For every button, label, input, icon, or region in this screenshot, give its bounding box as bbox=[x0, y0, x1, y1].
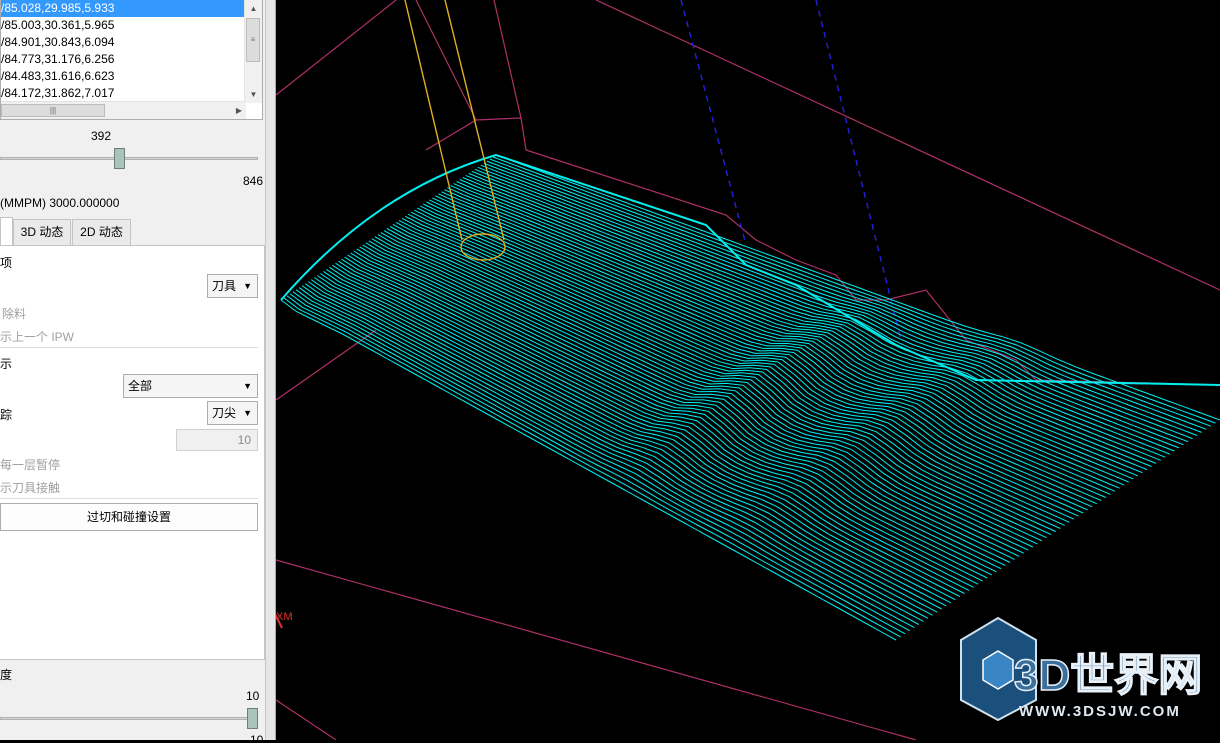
trace-value: 刀尖 bbox=[212, 406, 237, 420]
display-select[interactable]: 全部 ▼ bbox=[123, 374, 258, 398]
toolpath-points-list[interactable]: /85.028,29.985,5.933/85.003,30.361,5.965… bbox=[0, 0, 263, 120]
toolpath-contour bbox=[329, 266, 970, 591]
trace-label: 踪 bbox=[0, 408, 13, 422]
toolpath-contour bbox=[432, 197, 1125, 486]
toolpath-contour bbox=[335, 262, 979, 585]
motion-slider-max: 846 bbox=[243, 174, 264, 188]
scroll-up-icon[interactable]: ▲ bbox=[245, 0, 262, 17]
toolpath-contour bbox=[332, 264, 974, 588]
list-item[interactable]: /84.172,31.862,7.017 bbox=[1, 85, 262, 102]
tool-display-select[interactable]: 刀具 ▼ bbox=[207, 274, 258, 298]
divider bbox=[0, 347, 258, 348]
motion-slider-handle[interactable] bbox=[113, 148, 125, 169]
watermark: 3D世界网 WWW.3DSJW.COM bbox=[960, 616, 1203, 722]
list-item[interactable]: /84.483,31.616,6.623 bbox=[1, 68, 262, 85]
stock-outline bbox=[275, 699, 337, 741]
stock-outline bbox=[493, 0, 522, 119]
trace-select[interactable]: 刀尖 ▼ bbox=[207, 401, 258, 425]
speed-value: 10 bbox=[246, 689, 260, 703]
toolpath-contour bbox=[286, 295, 906, 635]
list-item[interactable]: /84.773,31.176,6.256 bbox=[1, 51, 262, 68]
stock-outline bbox=[275, 0, 397, 96]
remove-material-option[interactable]: 除料 bbox=[2, 305, 26, 322]
section-label-display: 示 bbox=[0, 357, 13, 371]
toolpath-contour bbox=[429, 199, 1120, 489]
list-vertical-scrollbar[interactable]: ▲ ≡ ▼ bbox=[244, 0, 262, 103]
motion-slider-track[interactable] bbox=[0, 157, 258, 160]
stock-outline bbox=[595, 0, 1220, 291]
stock-outline bbox=[415, 0, 477, 121]
motion-slider-value: 392 bbox=[90, 129, 112, 143]
toolpath-contour bbox=[280, 299, 897, 641]
speed-label: 度 bbox=[0, 668, 13, 682]
show-tool-contact-option[interactable]: 示刀具接触 bbox=[0, 479, 60, 496]
list-item[interactable]: /85.003,30.361,5.965 bbox=[1, 17, 262, 34]
list-horizontal-scrollbar[interactable]: ||| ▶ bbox=[1, 101, 246, 119]
chevron-down-icon: ▼ bbox=[243, 281, 252, 291]
toolpath-contour bbox=[283, 297, 901, 638]
scroll-down-icon[interactable]: ▼ bbox=[245, 86, 262, 103]
view-tabs: 3D 动态 2D 动态 bbox=[0, 217, 265, 246]
trace-count-input[interactable]: 10 bbox=[176, 429, 258, 451]
divider bbox=[0, 498, 258, 499]
pause-each-layer-option[interactable]: 每一层暂停 bbox=[0, 456, 60, 473]
axis-label: XM bbox=[276, 611, 293, 623]
list-item[interactable]: /84.901,30.843,6.094 bbox=[1, 34, 262, 51]
axis-triad: XM bbox=[271, 607, 293, 629]
panel-splitter[interactable] bbox=[265, 0, 276, 740]
watermark-title: 3D世界网 bbox=[1014, 651, 1202, 700]
scroll-thumb-horizontal[interactable]: ||| bbox=[1, 104, 105, 117]
gouge-collision-settings-button[interactable]: 过切和碰撞设置 bbox=[0, 503, 258, 531]
watermark-url: WWW.3DSJW.COM bbox=[1019, 703, 1181, 720]
scroll-right-icon[interactable]: ▶ bbox=[236, 102, 242, 119]
3d-viewport[interactable]: XM 3D世界网 WWW.3DSJW.COM bbox=[271, 0, 1220, 741]
rapid-move-line bbox=[815, 0, 902, 341]
scroll-thumb[interactable]: ≡ bbox=[246, 18, 260, 62]
chevron-down-icon: ▼ bbox=[243, 408, 252, 418]
display-value: 全部 bbox=[128, 379, 153, 393]
feed-rate-text: (MMPM) 3000.000000 bbox=[0, 196, 120, 210]
tab-content: 项 刀具 ▼ 除料 示上一个 IPW 示 全部 ▼ 踪 刀尖 ▼ 10 每一层暂停 示… bbox=[0, 245, 265, 660]
speed-max-label: 10 bbox=[250, 733, 264, 740]
speed-slider-handle[interactable] bbox=[247, 708, 258, 729]
chevron-down-icon: ▼ bbox=[243, 381, 252, 391]
rapid-move-line bbox=[680, 0, 747, 246]
toolpath-contour bbox=[356, 248, 1011, 563]
tab-3d-dynamic[interactable]: 3D 动态 bbox=[13, 219, 71, 245]
speed-slider-track[interactable] bbox=[0, 717, 258, 720]
section-label-options: 项 bbox=[0, 256, 13, 270]
tab-2d-dynamic[interactable]: 2D 动态 bbox=[72, 219, 131, 245]
simulation-panel: /85.028,29.985,5.933/85.003,30.361,5.965… bbox=[0, 0, 265, 740]
list-item[interactable]: /85.028,29.985,5.933 bbox=[1, 0, 246, 17]
tab-replay[interactable] bbox=[0, 217, 13, 246]
tool-display-value: 刀具 bbox=[212, 279, 237, 293]
simulation-scene: XM 3D世界网 WWW.3DSJW.COM bbox=[271, 0, 1220, 741]
show-prev-ipw-option[interactable]: 示上一个 IPW bbox=[0, 328, 74, 345]
toolpath-contour bbox=[468, 172, 1180, 449]
